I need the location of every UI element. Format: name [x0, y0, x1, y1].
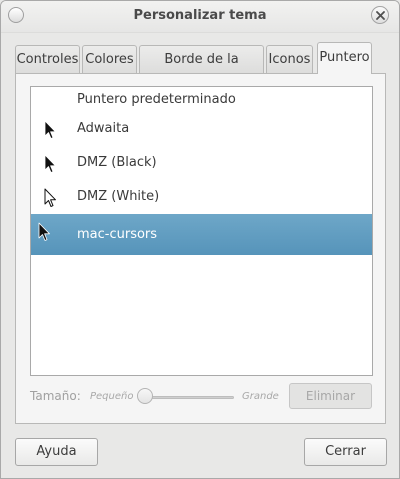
size-max-label: Grande	[242, 391, 279, 402]
list-item[interactable]: Puntero predeterminado	[31, 88, 372, 112]
theme-customization-window: Personalizar tema Controles Colores Bord…	[0, 0, 400, 479]
tab-colores[interactable]: Colores	[82, 45, 137, 73]
list-item-label: Adwaita	[77, 121, 130, 136]
tab-puntero[interactable]: Puntero	[317, 42, 372, 74]
size-slider-handle[interactable]	[137, 388, 153, 404]
list-item-label: Puntero predeterminado	[77, 92, 236, 107]
list-item-selected[interactable]: mac-cursors	[31, 214, 372, 255]
cursor-theme-list[interactable]: Puntero predeterminado Adwaita DMZ (Blac…	[30, 86, 373, 376]
list-item-label: DMZ (Black)	[77, 155, 157, 170]
tab-controles[interactable]: Controles	[15, 45, 80, 73]
tab-panel-puntero: Puntero predeterminado Adwaita DMZ (Blac…	[15, 73, 386, 424]
white-arrow-cursor-icon	[44, 188, 56, 207]
size-row: Tamaño: Pequeño Grande Eliminar	[16, 380, 385, 410]
list-item-label: mac-cursors	[77, 227, 158, 242]
close-icon	[376, 11, 385, 20]
window-title: Personalizar tema	[133, 8, 267, 23]
tab-borde-ventana[interactable]: Borde de la ventana	[139, 45, 264, 94]
close-window-button[interactable]	[371, 6, 389, 24]
list-item-label: DMZ (White)	[77, 189, 160, 204]
black-arrow-cursor-icon	[44, 120, 56, 139]
title-bar[interactable]: Personalizar tema	[1, 1, 399, 33]
list-item[interactable]: DMZ (Black)	[31, 146, 372, 180]
size-min-label: Pequeño	[90, 391, 134, 402]
black-arrow-cursor-icon	[38, 222, 50, 241]
list-item[interactable]: Adwaita	[31, 113, 372, 145]
tab-iconos[interactable]: Iconos	[266, 45, 313, 73]
help-button[interactable]: Ayuda	[15, 438, 98, 466]
list-item[interactable]: DMZ (White)	[31, 180, 372, 214]
close-button[interactable]: Cerrar	[304, 438, 387, 466]
remove-button[interactable]: Eliminar	[289, 383, 372, 409]
size-label: Tamaño:	[30, 389, 81, 403]
black-arrow-cursor-icon	[44, 154, 56, 173]
